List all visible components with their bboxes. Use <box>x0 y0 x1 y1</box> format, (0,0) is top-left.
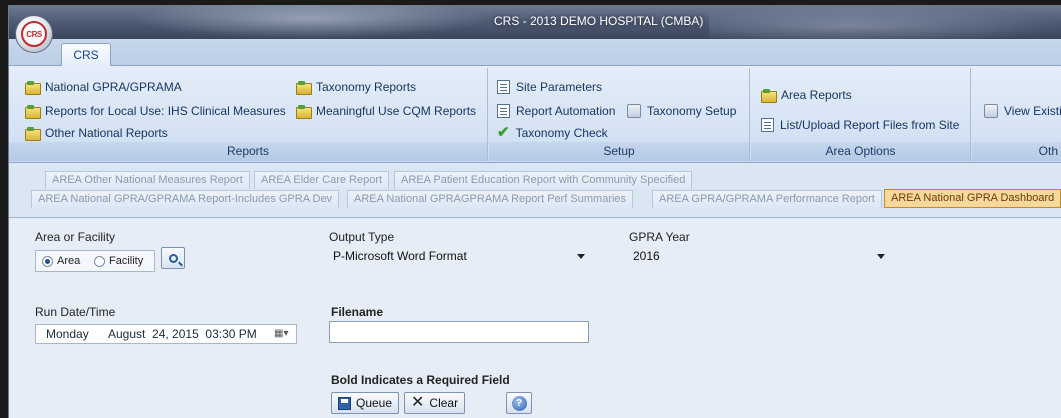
filename-label: Filename <box>331 305 384 319</box>
checkmark-icon: ✔ <box>497 124 510 141</box>
tab-area-national-gpra-perf-summaries[interactable]: AREA National GPRAGPRAMA Report Perf Sum… <box>347 190 634 208</box>
report-automation-label: Report Automation <box>516 104 616 118</box>
ribbon-group-setup: Site Parameters Report Automation Taxono… <box>489 68 750 161</box>
report-automation-button[interactable]: Report Automation <box>497 104 615 118</box>
title-bar: CRS - 2013 DEMO HOSPITAL (CMBA) <box>9 5 1061 39</box>
ribbon-group-label-area-options: Area Options <box>751 142 970 161</box>
taxonomy-setup-button[interactable]: Taxonomy Setup <box>627 104 736 118</box>
ribbon-tab-row: CRS <box>9 39 1061 67</box>
search-icon <box>168 253 178 263</box>
meaningful-use-cqm-reports-button[interactable]: Meaningful Use CQM Reports <box>296 104 477 119</box>
folder-icon <box>25 127 41 141</box>
other-national-reports-label: Other National Reports <box>45 126 168 140</box>
list-icon <box>497 80 510 94</box>
local-use-ihs-clinical-measures-button[interactable]: Reports for Local Use: IHS Clinical Meas… <box>25 104 286 119</box>
list-upload-report-files-button[interactable]: List/Upload Report Files from Site <box>761 118 959 132</box>
tab-area-elder-care[interactable]: AREA Elder Care Report <box>254 171 390 189</box>
site-parameters-label: Site Parameters <box>516 80 603 94</box>
folder-icon <box>296 81 312 95</box>
facility-search-button[interactable] <box>161 247 185 269</box>
ribbon-group-label-reports: Reports <box>9 142 487 161</box>
radio-selected-icon <box>42 255 53 267</box>
folder-icon <box>25 81 41 95</box>
tab-area-gpra-performance-report[interactable]: AREA GPRA/GPRAMA Performance Report <box>652 190 882 208</box>
tab-area-national-gpra-dashboard[interactable]: AREA National GPRA Dashboard <box>884 189 1061 208</box>
radio-unselected-icon <box>94 255 105 267</box>
ribbon-group-label-other-text: Oth <box>1038 144 1058 158</box>
taxonomy-reports-label: Taxonomy Reports <box>316 80 417 94</box>
calendar-icon[interactable]: ▦▾ <box>274 328 292 340</box>
ribbon-group-other: View Existin Oth <box>972 68 1061 161</box>
view-existing-icon <box>984 104 998 118</box>
tab-area-patient-education[interactable]: AREA Patient Education Report with Commu… <box>394 171 693 189</box>
tab-area-other-national-measures[interactable]: AREA Other National Measures Report <box>45 171 250 189</box>
chevron-down-icon <box>577 254 585 259</box>
ribbon-group-label-other: Oth <box>972 142 1061 161</box>
area-or-facility-label: Area or Facility <box>35 230 116 244</box>
gpra-year-label: GPRA Year <box>629 230 690 244</box>
application-orb-button[interactable]: CRS <box>15 15 53 53</box>
clear-button[interactable]: ✕ Clear <box>404 392 466 414</box>
taxonomy-setup-icon <box>627 104 641 118</box>
gpra-year-value: 2016 <box>633 249 660 263</box>
radio-area-label: Area <box>57 255 81 267</box>
tab-area-national-gpra-includes-dev[interactable]: AREA National GPRA/GPRAMA Report-Include… <box>31 190 340 208</box>
ribbon-group-area-options: Area Reports List/Upload Report Files fr… <box>751 68 971 161</box>
queue-button[interactable]: Queue <box>331 392 400 414</box>
list-icon <box>497 104 510 118</box>
folder-icon <box>296 105 312 119</box>
taxonomy-setup-label: Taxonomy Setup <box>647 104 737 118</box>
radio-area[interactable]: Area <box>42 255 80 267</box>
close-icon: ✕ <box>411 394 425 411</box>
view-existing-button[interactable]: View Existin <box>984 104 1061 118</box>
radio-facility-label: Facility <box>109 255 144 267</box>
list-upload-label: List/Upload Report Files from Site <box>780 118 960 132</box>
folder-icon <box>761 89 777 103</box>
run-date-day: Monday <box>46 327 89 341</box>
folder-icon <box>25 105 41 119</box>
help-button[interactable]: ? <box>506 392 532 414</box>
output-type-select[interactable]: P-Microsoft Word Format <box>329 246 591 266</box>
ribbon-group-reports: National GPRA/GPRAMA Reports for Local U… <box>9 68 488 161</box>
ribbon-tab-crs[interactable]: CRS <box>61 43 111 67</box>
save-icon <box>338 396 351 410</box>
window-title: CRS - 2013 DEMO HOSPITAL (CMBA) <box>494 14 704 28</box>
gpra-year-select[interactable]: 2016 <box>629 246 891 266</box>
local-use-label: Reports for Local Use: IHS Clinical Meas… <box>45 104 286 118</box>
national-gpra-gprama-label: National GPRA/GPRAMA <box>45 80 182 94</box>
app-window: CRS - 2013 DEMO HOSPITAL (CMBA) CRS CRS … <box>8 5 1061 418</box>
ribbon-group-label-setup: Setup <box>489 142 749 161</box>
help-icon: ? <box>511 395 527 411</box>
chevron-down-icon <box>877 254 885 259</box>
list-icon <box>761 118 774 132</box>
output-type-value: P-Microsoft Word Format <box>333 249 467 263</box>
area-reports-button[interactable]: Area Reports <box>761 88 852 103</box>
report-form: Area or Facility Area Facility Output Ty… <box>9 217 1061 418</box>
area-facility-radio-group: Area Facility <box>35 250 155 272</box>
national-gpra-gprama-button[interactable]: National GPRA/GPRAMA <box>25 80 182 95</box>
crs-logo-icon: CRS <box>21 21 47 47</box>
taxonomy-check-label: Taxonomy Check <box>515 126 608 140</box>
meaningful-use-label: Meaningful Use CQM Reports <box>316 104 477 118</box>
queue-button-label: Queue <box>356 396 393 410</box>
radio-facility[interactable]: Facility <box>94 255 143 267</box>
view-existing-label: View Existin <box>1004 104 1061 118</box>
ribbon: National GPRA/GPRAMA Reports for Local U… <box>9 66 1061 163</box>
run-date-value: August 24, 2015 03:30 PM <box>108 327 257 341</box>
site-parameters-button[interactable]: Site Parameters <box>497 80 602 94</box>
run-date-time-label: Run Date/Time <box>35 305 116 319</box>
taxonomy-check-button[interactable]: ✔ Taxonomy Check <box>497 124 608 141</box>
other-national-reports-button[interactable]: Other National Reports <box>25 126 168 141</box>
taxonomy-reports-button[interactable]: Taxonomy Reports <box>296 80 417 95</box>
filename-input[interactable] <box>329 321 589 343</box>
required-field-note: Bold Indicates a Required Field <box>331 373 510 387</box>
clear-button-label: Clear <box>429 396 459 410</box>
run-date-time-picker[interactable]: Monday August 24, 2015 03:30 PM ▦▾ <box>35 324 297 344</box>
output-type-label: Output Type <box>329 230 395 244</box>
area-reports-label: Area Reports <box>781 88 852 102</box>
report-tab-strip: AREA Other National Measures Report AREA… <box>9 163 1061 217</box>
